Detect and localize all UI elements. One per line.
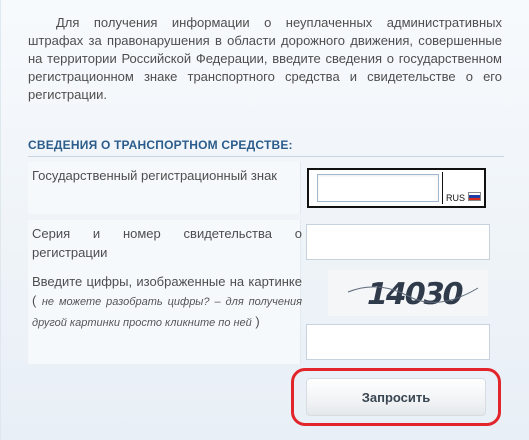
plate-region: RUS	[442, 172, 483, 204]
section-title: СВЕДЕНИЯ О ТРАНСПОРТНОМ СРЕДСТВЕ:	[28, 138, 293, 152]
captcha-label-block: Введите цифры, изображенные на картинке …	[28, 268, 302, 333]
plate-number-input[interactable]	[317, 174, 439, 202]
submit-button[interactable]: Запросить	[306, 378, 486, 416]
section-divider	[28, 156, 504, 157]
submit-highlight: Запросить	[291, 368, 501, 426]
captcha-close-paren: )	[255, 314, 260, 329]
captcha-image[interactable]: 14030	[328, 270, 488, 316]
captcha-hint: не можете разобрать цифры? – для получен…	[32, 296, 303, 329]
certificate-label: Серия и номер свидетельства о регистраци…	[32, 226, 302, 260]
captcha-input[interactable]	[306, 324, 490, 360]
certificate-input[interactable]	[306, 224, 490, 260]
captcha-label: Введите цифры, изображенные на картинке	[32, 274, 302, 289]
plate-label: Государственный регистрационный знак	[32, 168, 277, 183]
plate-number-frame: RUS	[307, 168, 486, 208]
captcha-digits: 14030	[363, 277, 466, 312]
rus-label: RUS	[446, 193, 466, 203]
captcha-open-paren: (	[32, 293, 37, 308]
intro-text: Для получения информации о неуплаченных …	[28, 15, 502, 102]
fine-check-form: Для получения информации о неуплаченных …	[0, 0, 529, 440]
captcha-row: Введите цифры, изображенные на картинке …	[28, 268, 504, 364]
plate-row: Государственный регистрационный знак RUS	[28, 162, 504, 214]
russia-flag-icon	[468, 192, 481, 201]
certificate-row: Серия и номер свидетельства о регистраци…	[28, 220, 504, 268]
